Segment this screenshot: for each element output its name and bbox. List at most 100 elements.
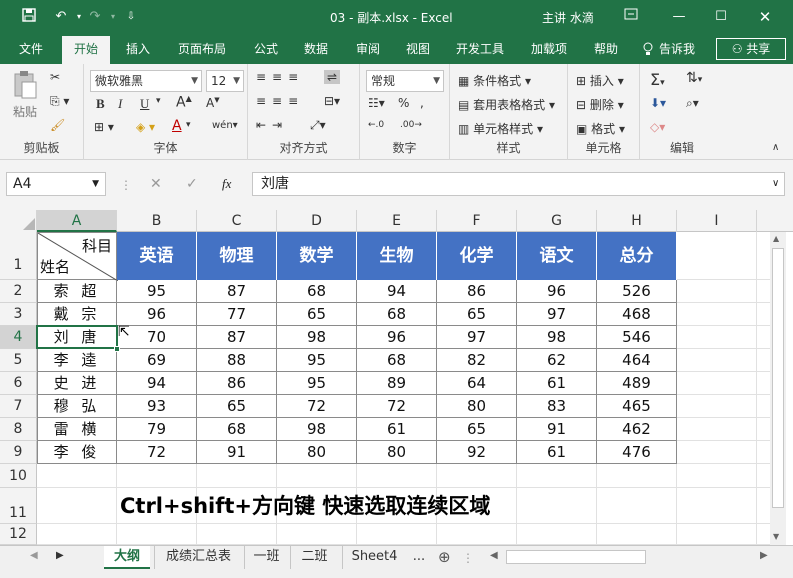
increase-decimal-icon[interactable]: ←.0 (368, 120, 384, 130)
lightbulb-icon[interactable] (640, 34, 656, 64)
clear-icon[interactable]: ◇▾ (650, 120, 665, 134)
add-sheet-icon[interactable]: ⊕ (438, 548, 451, 566)
student-name-cell[interactable]: 穆 弘 (37, 395, 117, 418)
score-cell[interactable]: 96 (517, 280, 597, 303)
row-header-4[interactable]: 4 (0, 326, 37, 349)
grow-font-icon[interactable]: A▲ (176, 94, 192, 111)
subject-header-cell[interactable]: 化学 (437, 232, 517, 280)
tab-developer[interactable]: 开发工具 (448, 34, 512, 64)
score-cell[interactable]: 68 (357, 349, 437, 372)
autosum-icon[interactable]: Σ▾ (650, 70, 665, 89)
percent-icon[interactable]: % (398, 96, 409, 110)
student-name-cell[interactable]: 李 逵 (37, 349, 117, 372)
horizontal-align-icons[interactable]: ≡≡≡ (256, 94, 304, 108)
score-cell[interactable]: 546 (597, 326, 677, 349)
row-header-1[interactable]: 1 (0, 232, 37, 280)
score-cell[interactable]: 65 (437, 303, 517, 326)
column-header-b[interactable]: B (117, 210, 197, 232)
sheet-tab-outline[interactable]: 大纲 (104, 546, 150, 569)
score-cell[interactable]: 86 (197, 372, 277, 395)
subject-header-cell[interactable]: 语文 (517, 232, 597, 280)
row-header-9[interactable]: 9 (0, 441, 37, 464)
font-color-icon[interactable]: A (172, 118, 182, 134)
underline-dropdown-icon[interactable]: ▾ (156, 96, 161, 106)
column-header-e[interactable]: E (357, 210, 437, 232)
font-name-select[interactable]: 微软雅黑 ▼ (90, 70, 202, 92)
score-cell[interactable]: 526 (597, 280, 677, 303)
indent-icons[interactable]: ⇤⇥ (256, 118, 288, 132)
score-cell[interactable]: 95 (277, 349, 357, 372)
font-color-dropdown-icon[interactable]: ▾ (186, 120, 191, 130)
select-all-corner[interactable] (0, 210, 37, 232)
score-cell[interactable]: 79 (117, 418, 197, 441)
format-painter-icon[interactable]: 🖌 (50, 118, 65, 132)
sheet-tab-class-2[interactable]: 二班 (290, 546, 338, 569)
sheet-tab-class-1[interactable]: 一班 (244, 546, 288, 569)
wrap-text-icon[interactable]: ⇌ (324, 70, 341, 84)
prev-sheet-icon[interactable]: ◀ (30, 550, 38, 561)
vertical-scroll-thumb[interactable] (772, 248, 784, 508)
vertical-align-icons[interactable]: ≡≡≡ (256, 70, 304, 84)
score-cell[interactable]: 80 (357, 441, 437, 464)
score-cell[interactable]: 89 (357, 372, 437, 395)
subject-header-cell[interactable]: 英语 (117, 232, 197, 280)
format-as-table-button[interactable]: ▤ 套用表格格式 ▾ (458, 96, 555, 113)
score-cell[interactable]: 94 (117, 372, 197, 395)
score-cell[interactable]: 96 (357, 326, 437, 349)
redo-icon[interactable]: ↷ (86, 8, 104, 26)
conditional-format-button[interactable]: ▦ 条件格式 ▾ (458, 72, 531, 89)
student-name-cell[interactable]: 史 进 (37, 372, 117, 395)
score-cell[interactable]: 80 (437, 395, 517, 418)
font-size-select[interactable]: 12 ▼ (206, 70, 244, 92)
fill-icon[interactable]: ⬇▾ (650, 96, 666, 110)
score-cell[interactable]: 72 (357, 395, 437, 418)
scroll-left-icon[interactable]: ◀ (490, 550, 498, 561)
column-header-g[interactable]: G (517, 210, 597, 232)
fill-handle[interactable] (114, 346, 120, 352)
tab-home[interactable]: 开始 (62, 36, 110, 64)
score-cell[interactable]: 68 (197, 418, 277, 441)
score-cell[interactable]: 82 (437, 349, 517, 372)
score-cell[interactable]: 468 (597, 303, 677, 326)
score-cell[interactable]: 87 (197, 280, 277, 303)
subject-header-cell[interactable]: 数学 (277, 232, 357, 280)
tab-help[interactable]: 帮助 (586, 34, 626, 64)
enter-icon[interactable]: ✓ (186, 176, 198, 192)
customize-toolbar-icon[interactable]: ⇩ (122, 8, 140, 26)
column-header-i[interactable]: I (677, 210, 757, 232)
subject-header-cell[interactable]: 总分 (597, 232, 677, 280)
score-cell[interactable]: 462 (597, 418, 677, 441)
score-cell[interactable]: 61 (357, 418, 437, 441)
share-button[interactable]: ⚇ 共享 (716, 38, 786, 60)
row-header-10[interactable]: 10 (0, 464, 37, 488)
decrease-decimal-icon[interactable]: .00→ (400, 120, 422, 130)
tab-review[interactable]: 审阅 (346, 34, 390, 64)
tell-me-search[interactable]: 告诉我 (656, 34, 698, 64)
score-cell[interactable]: 68 (277, 280, 357, 303)
score-cell[interactable]: 93 (117, 395, 197, 418)
score-cell[interactable]: 98 (277, 326, 357, 349)
vertical-scrollbar[interactable]: ▲ ▼ (770, 232, 786, 545)
chevron-down-icon[interactable]: ▼ (92, 173, 99, 195)
sheet-tab-sheet4[interactable]: Sheet4 (342, 546, 406, 569)
minimize-icon[interactable]: — (670, 8, 688, 26)
corner-header-cell[interactable]: 科目 姓名 (37, 232, 118, 281)
row-header-7[interactable]: 7 (0, 395, 37, 418)
scroll-down-icon[interactable]: ▼ (773, 532, 779, 541)
formula-input[interactable]: 刘唐 (252, 172, 785, 196)
row-header-8[interactable]: 8 (0, 418, 37, 441)
row-header-3[interactable]: 3 (0, 303, 37, 326)
maximize-icon[interactable]: ☐ (712, 8, 730, 26)
score-cell[interactable]: 86 (437, 280, 517, 303)
format-cells-button[interactable]: ▣ 格式 ▾ (576, 120, 625, 137)
score-cell[interactable]: 87 (197, 326, 277, 349)
score-cell[interactable]: 83 (517, 395, 597, 418)
redo-dropdown-icon[interactable]: ▾ (104, 8, 122, 26)
row-header-2[interactable]: 2 (0, 280, 37, 303)
score-cell[interactable]: 97 (437, 326, 517, 349)
score-cell[interactable]: 61 (517, 372, 597, 395)
score-cell[interactable]: 465 (597, 395, 677, 418)
close-icon[interactable]: ✕ (756, 8, 774, 26)
score-cell[interactable]: 65 (197, 395, 277, 418)
shrink-font-icon[interactable]: A▼ (206, 96, 220, 110)
